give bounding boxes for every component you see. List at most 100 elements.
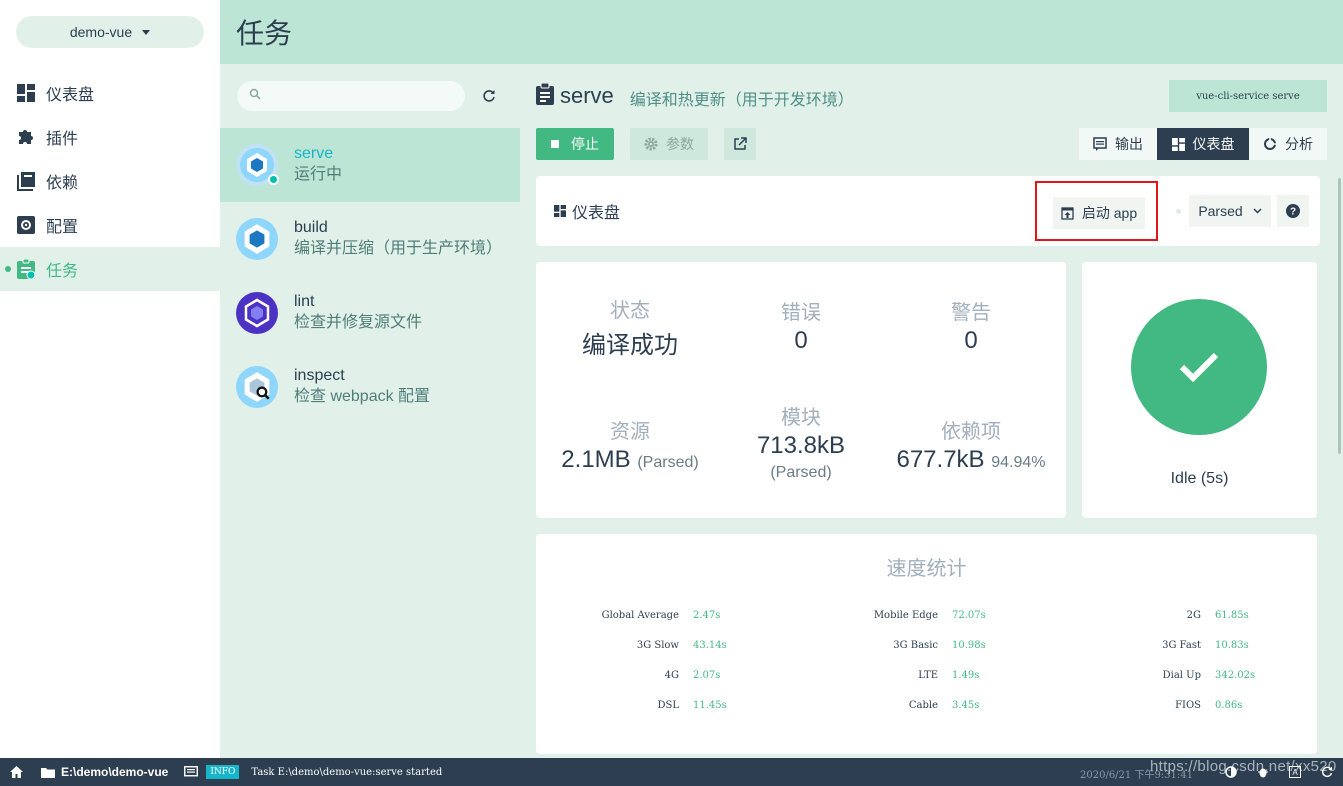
params-label: 参数 <box>666 136 694 152</box>
help-button[interactable]: ? <box>1277 195 1309 227</box>
nav-item-config[interactable]: 配置 <box>0 203 220 247</box>
speed-name: DSL <box>657 700 679 711</box>
speed-item: FIOS 0.86s <box>1081 700 1242 711</box>
launch-icon <box>1061 206 1074 220</box>
search-box[interactable] <box>237 81 465 111</box>
task-toolbar: 停止 参数 <box>536 128 772 160</box>
dashboard-icon <box>1171 137 1185 151</box>
page-header: 任务 <box>220 0 1343 64</box>
speed-item: 4G 2.07s <box>559 670 721 681</box>
stat-value: 0 <box>794 327 808 354</box>
donut-icon <box>1263 137 1277 151</box>
folder-icon <box>41 767 55 778</box>
speed-time: 10.98s <box>952 640 986 651</box>
task-name: serve <box>294 145 334 162</box>
stat-value: 编译成功 <box>582 332 678 359</box>
speed-item: 2G 61.85s <box>1081 610 1249 621</box>
dashboard-label: 仪表盘 <box>572 205 621 222</box>
stat-assets-note: (Parsed) <box>637 454 699 471</box>
speed-time: 2.07s <box>693 670 721 681</box>
size-mode-select[interactable]: Parsed <box>1189 195 1271 227</box>
translate-icon[interactable]: A <box>1287 764 1303 780</box>
size-mode-value: Parsed <box>1198 203 1243 219</box>
stat-value: 677.7kB 94.94% <box>886 446 1056 474</box>
speed-name: Mobile Edge <box>873 610 938 621</box>
task-item-serve[interactable]: serve 运行中 <box>220 128 520 202</box>
speed-time: 342.02s <box>1215 670 1256 681</box>
home-icon[interactable] <box>10 766 23 778</box>
stat-label: 错误 <box>781 302 821 324</box>
speed-item: Global Average 2.47s <box>559 610 721 621</box>
stat-deps-size: 677.7kB <box>896 446 985 473</box>
stat-modules: 模块 713.8kB (Parsed) <box>716 401 886 482</box>
nav-item-dependencies[interactable]: 依赖 <box>0 159 220 203</box>
speed-time: 61.85s <box>1215 610 1249 621</box>
page-title: 任务 <box>236 18 293 49</box>
nav-item-dashboard[interactable]: 仪表盘 <box>0 71 220 115</box>
svg-text:A: A <box>1292 768 1298 777</box>
task-name: build <box>294 219 328 236</box>
highlight-box: 启动 app <box>1035 181 1158 241</box>
console-icon[interactable] <box>184 766 199 778</box>
stat-value: 2.1MB (Parsed) <box>536 446 724 474</box>
launch-app-button[interactable]: 启动 app <box>1053 197 1145 229</box>
stop-button[interactable]: 停止 <box>536 128 614 160</box>
stat-deps: 依赖项 677.7kB 94.94% <box>886 415 1056 474</box>
open-external-button[interactable] <box>724 128 756 160</box>
project-path-button[interactable]: E:\demo\demo-vue <box>41 765 168 779</box>
dashboard-icon <box>16 83 36 103</box>
stat-label: 依赖项 <box>941 421 1001 443</box>
tab-analyze[interactable]: 分析 <box>1249 128 1327 160</box>
webpack-icon <box>236 218 278 260</box>
speed-stats-card: 速度统计 Global Average 2.47s Mobile Edge 72.0… <box>536 534 1317 754</box>
help-icon: ? <box>1286 204 1300 218</box>
nav-item-label: 依赖 <box>46 175 79 192</box>
left-nav: demo-vue 仪表盘 插件 依赖 配置 任务 <box>0 0 220 758</box>
params-button[interactable]: 参数 <box>630 128 708 160</box>
speed-item: LTE 1.49s <box>818 670 979 681</box>
speed-item: DSL 11.45s <box>559 700 727 711</box>
stat-deps-note: 94.94% <box>991 454 1046 471</box>
puzzle-icon <box>16 127 36 147</box>
task-name: lint <box>294 293 315 310</box>
speed-name: Global Average <box>601 610 679 621</box>
message-icon <box>1093 137 1107 151</box>
scrollbar[interactable] <box>1338 178 1341 454</box>
webpack-inspect-icon <box>236 366 278 408</box>
project-selector[interactable]: demo-vue <box>16 16 204 48</box>
build-stats-card: 状态 编译成功 错误 0 警告 0 资源 2.1MB (Parsed) 模块 7… <box>536 262 1066 518</box>
settings-icon <box>16 215 36 235</box>
speed-item: Dial Up 342.02s <box>1081 670 1256 681</box>
task-desc: 运行中 <box>294 166 343 183</box>
chevron-down-icon <box>1253 208 1262 214</box>
project-name: demo-vue <box>69 24 133 40</box>
nav-menu: 仪表盘 插件 依赖 配置 任务 <box>0 71 220 291</box>
task-item-inspect[interactable]: inspect 检查 webpack 配置 <box>220 350 520 424</box>
active-indicator <box>5 266 11 272</box>
dashboard-toolbar: 仪表盘 启动 app Parsed ? <box>536 176 1320 246</box>
nav-item-plugins[interactable]: 插件 <box>0 115 220 159</box>
speed-time: 11.45s <box>693 700 727 711</box>
task-item-lint[interactable]: lint 检查并修复源文件 <box>220 276 520 350</box>
bug-icon[interactable] <box>1255 764 1271 780</box>
stat-label: 状态 <box>610 300 650 322</box>
nav-item-tasks[interactable]: 任务 <box>0 247 220 291</box>
tab-dashboard[interactable]: 仪表盘 <box>1157 128 1249 160</box>
log-message[interactable]: Task E:\demo\demo-vue:serve started <box>251 767 442 778</box>
speed-name: LTE <box>918 670 938 681</box>
stat-value: 713.8kB <box>756 432 846 459</box>
speed-name: FIOS <box>1175 700 1201 711</box>
speed-time: 3.45s <box>952 700 980 711</box>
tab-analyze-label: 分析 <box>1285 136 1313 152</box>
refresh-icon[interactable] <box>1319 764 1335 780</box>
tab-output[interactable]: 输出 <box>1079 128 1157 160</box>
dark-mode-icon[interactable] <box>1223 764 1239 780</box>
task-desc: 检查 webpack 配置 <box>294 388 431 405</box>
task-item-build[interactable]: build 编译并压缩（用于生产环境） <box>220 202 520 276</box>
refresh-icon[interactable] <box>481 88 497 104</box>
speed-name: 3G Slow <box>636 640 679 651</box>
search-input[interactable] <box>267 88 457 104</box>
speed-name: Cable <box>908 700 938 711</box>
stat-status: 状态 编译成功 <box>536 294 724 360</box>
speed-time: 1.49s <box>952 670 980 681</box>
